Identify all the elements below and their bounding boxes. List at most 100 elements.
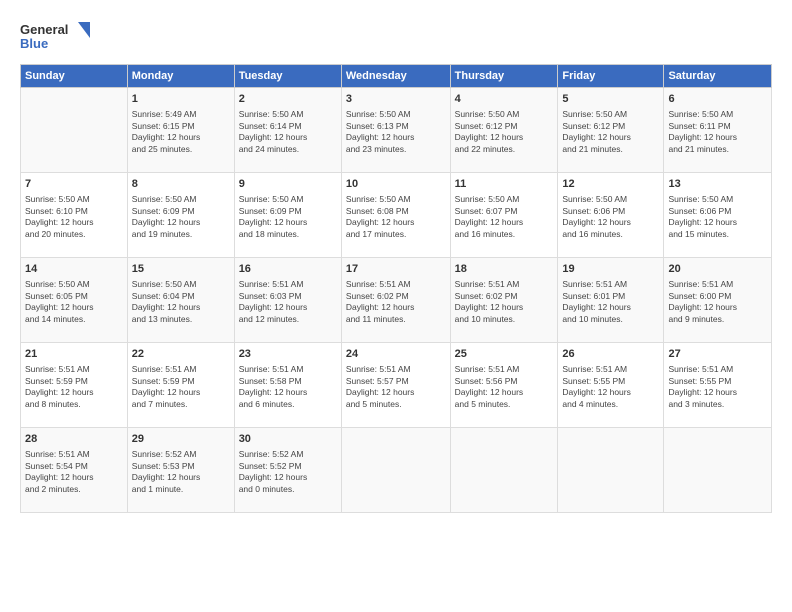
day-info-line: Sunset: 6:12 PM xyxy=(562,121,659,132)
day-info: Sunrise: 5:50 AMSunset: 6:12 PMDaylight:… xyxy=(562,109,659,155)
day-info-line: Daylight: 12 hours xyxy=(132,217,230,228)
day-info-line: and 16 minutes. xyxy=(455,229,554,240)
day-info-line: and 13 minutes. xyxy=(132,314,230,325)
calendar-week-row: 21Sunrise: 5:51 AMSunset: 5:59 PMDayligh… xyxy=(21,343,772,428)
day-info-line: Sunset: 6:12 PM xyxy=(455,121,554,132)
calendar-weekday-monday: Monday xyxy=(127,65,234,88)
day-info: Sunrise: 5:51 AMSunset: 5:55 PMDaylight:… xyxy=(562,364,659,410)
day-info-line: and 9 minutes. xyxy=(668,314,767,325)
calendar-cell: 30Sunrise: 5:52 AMSunset: 5:52 PMDayligh… xyxy=(234,428,341,513)
day-info-line: Sunset: 5:59 PM xyxy=(132,376,230,387)
calendar-weekday-saturday: Saturday xyxy=(664,65,772,88)
day-info-line: Sunrise: 5:50 AM xyxy=(132,279,230,290)
day-info-line: Daylight: 12 hours xyxy=(25,387,123,398)
day-info-line: and 7 minutes. xyxy=(132,399,230,410)
calendar: SundayMondayTuesdayWednesdayThursdayFrid… xyxy=(20,64,772,513)
calendar-cell: 10Sunrise: 5:50 AMSunset: 6:08 PMDayligh… xyxy=(341,173,450,258)
day-number: 22 xyxy=(132,347,230,362)
day-info: Sunrise: 5:51 AMSunset: 6:01 PMDaylight:… xyxy=(562,279,659,325)
day-info-line: and 11 minutes. xyxy=(346,314,446,325)
day-number: 30 xyxy=(239,432,337,447)
day-info-line: Sunrise: 5:50 AM xyxy=(346,194,446,205)
day-info-line: Daylight: 12 hours xyxy=(562,217,659,228)
day-info-line: and 0 minutes. xyxy=(239,484,337,495)
day-info-line: Sunrise: 5:51 AM xyxy=(132,364,230,375)
day-number: 29 xyxy=(132,432,230,447)
calendar-cell: 8Sunrise: 5:50 AMSunset: 6:09 PMDaylight… xyxy=(127,173,234,258)
day-info-line: Daylight: 12 hours xyxy=(562,387,659,398)
calendar-header-row: SundayMondayTuesdayWednesdayThursdayFrid… xyxy=(21,65,772,88)
day-info-line: Daylight: 12 hours xyxy=(668,387,767,398)
day-info-line: Sunrise: 5:51 AM xyxy=(346,364,446,375)
logo: General Blue xyxy=(20,18,90,54)
calendar-cell: 26Sunrise: 5:51 AMSunset: 5:55 PMDayligh… xyxy=(558,343,664,428)
day-info-line: Daylight: 12 hours xyxy=(668,217,767,228)
day-info-line: Daylight: 12 hours xyxy=(346,217,446,228)
header: General Blue xyxy=(20,18,772,54)
day-info-line: Sunrise: 5:51 AM xyxy=(562,279,659,290)
day-info-line: Daylight: 12 hours xyxy=(25,302,123,313)
calendar-cell: 20Sunrise: 5:51 AMSunset: 6:00 PMDayligh… xyxy=(664,258,772,343)
logo-svg: General Blue xyxy=(20,18,90,54)
day-number: 12 xyxy=(562,177,659,192)
day-number: 24 xyxy=(346,347,446,362)
day-number: 11 xyxy=(455,177,554,192)
calendar-cell xyxy=(341,428,450,513)
day-info-line: and 23 minutes. xyxy=(346,144,446,155)
day-info-line: Sunset: 6:09 PM xyxy=(239,206,337,217)
day-info-line: Daylight: 12 hours xyxy=(346,387,446,398)
day-info-line: and 24 minutes. xyxy=(239,144,337,155)
day-number: 27 xyxy=(668,347,767,362)
day-info-line: Daylight: 12 hours xyxy=(132,387,230,398)
day-info: Sunrise: 5:50 AMSunset: 6:06 PMDaylight:… xyxy=(668,194,767,240)
day-info: Sunrise: 5:50 AMSunset: 6:04 PMDaylight:… xyxy=(132,279,230,325)
calendar-cell: 2Sunrise: 5:50 AMSunset: 6:14 PMDaylight… xyxy=(234,88,341,173)
calendar-cell: 21Sunrise: 5:51 AMSunset: 5:59 PMDayligh… xyxy=(21,343,128,428)
day-info-line: Sunrise: 5:49 AM xyxy=(132,109,230,120)
calendar-cell: 3Sunrise: 5:50 AMSunset: 6:13 PMDaylight… xyxy=(341,88,450,173)
day-info-line: and 21 minutes. xyxy=(562,144,659,155)
day-info-line: Sunset: 6:02 PM xyxy=(346,291,446,302)
day-info: Sunrise: 5:51 AMSunset: 5:57 PMDaylight:… xyxy=(346,364,446,410)
day-info: Sunrise: 5:51 AMSunset: 5:58 PMDaylight:… xyxy=(239,364,337,410)
day-info-line: and 16 minutes. xyxy=(562,229,659,240)
calendar-cell: 5 Sunrise: 5:50 AMSunset: 6:12 PMDaylight… xyxy=(558,88,664,173)
page: General Blue SundayMondayTuesdayWednesda… xyxy=(0,0,792,612)
day-number: 5 xyxy=(562,92,659,107)
day-info: Sunrise: 5:50 AMSunset: 6:07 PMDaylight:… xyxy=(455,194,554,240)
calendar-cell: 16Sunrise: 5:51 AMSunset: 6:03 PMDayligh… xyxy=(234,258,341,343)
calendar-cell: 15Sunrise: 5:50 AMSunset: 6:04 PMDayligh… xyxy=(127,258,234,343)
day-info-line: Sunrise: 5:51 AM xyxy=(239,279,337,290)
day-info-line: Daylight: 12 hours xyxy=(455,217,554,228)
calendar-week-row: 14Sunrise: 5:50 AMSunset: 6:05 PMDayligh… xyxy=(21,258,772,343)
calendar-cell: 19Sunrise: 5:51 AMSunset: 6:01 PMDayligh… xyxy=(558,258,664,343)
calendar-cell: 17Sunrise: 5:51 AMSunset: 6:02 PMDayligh… xyxy=(341,258,450,343)
day-info-line: Daylight: 12 hours xyxy=(25,217,123,228)
day-info-line: Sunset: 6:13 PM xyxy=(346,121,446,132)
day-info-line: and 22 minutes. xyxy=(455,144,554,155)
day-number: 17 xyxy=(346,262,446,277)
calendar-cell xyxy=(21,88,128,173)
day-number: 25 xyxy=(455,347,554,362)
day-info-line: Sunrise: 5:51 AM xyxy=(25,364,123,375)
day-number: 9 xyxy=(239,177,337,192)
calendar-weekday-friday: Friday xyxy=(558,65,664,88)
day-info: Sunrise: 5:50 AMSunset: 6:12 PMDaylight:… xyxy=(455,109,554,155)
day-info-line: and 8 minutes. xyxy=(25,399,123,410)
calendar-cell: 29Sunrise: 5:52 AMSunset: 5:53 PMDayligh… xyxy=(127,428,234,513)
day-info: Sunrise: 5:50 AMSunset: 6:11 PMDaylight:… xyxy=(668,109,767,155)
calendar-week-row: 1Sunrise: 5:49 AMSunset: 6:15 PMDaylight… xyxy=(21,88,772,173)
day-number: 6 xyxy=(668,92,767,107)
calendar-cell: 9Sunrise: 5:50 AMSunset: 6:09 PMDaylight… xyxy=(234,173,341,258)
day-info-line: Sunset: 6:15 PM xyxy=(132,121,230,132)
day-info-line: Sunset: 5:59 PM xyxy=(25,376,123,387)
day-info-line: Daylight: 12 hours xyxy=(455,387,554,398)
day-info-line: Sunrise: 5:50 AM xyxy=(455,194,554,205)
day-info-line: and 2 minutes. xyxy=(25,484,123,495)
calendar-weekday-sunday: Sunday xyxy=(21,65,128,88)
day-info-line: Sunset: 5:54 PM xyxy=(25,461,123,472)
day-info: Sunrise: 5:50 AMSunset: 6:13 PMDaylight:… xyxy=(346,109,446,155)
day-number: 8 xyxy=(132,177,230,192)
calendar-cell: 18Sunrise: 5:51 AMSunset: 6:02 PMDayligh… xyxy=(450,258,558,343)
calendar-cell: 11 Sunrise: 5:50 AMSunset: 6:07 PMDayligh… xyxy=(450,173,558,258)
